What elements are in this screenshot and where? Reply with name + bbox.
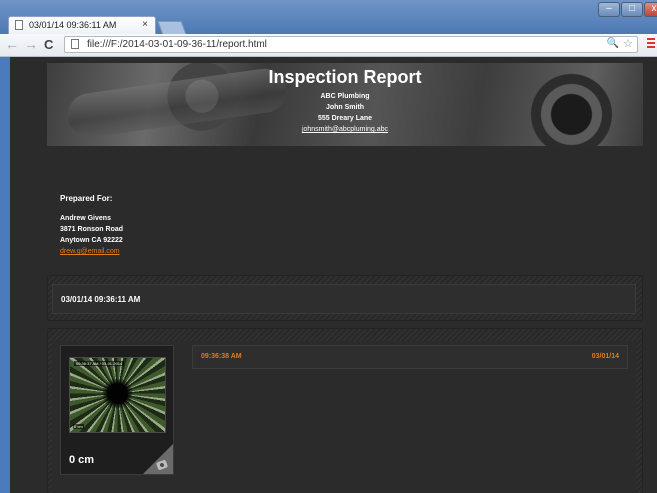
- snapshot-thumbnail[interactable]: 09:36:37 AM / 03-01-2014 0 cm: [69, 357, 166, 433]
- observation-panel: 09:36:37 AM / 03-01-2014 0 cm 0 cm 09:36…: [47, 328, 643, 493]
- browser-titlebar: 03/01/14 09:36:11 AM × – □ x: [0, 0, 657, 35]
- url-text[interactable]: file:///F:/2014-03-01-09-36-11/report.ht…: [87, 39, 267, 50]
- session-panel: 03/01/14 09:36:11 AM: [47, 275, 643, 321]
- forward-icon[interactable]: →: [24, 36, 38, 52]
- tab-close-icon[interactable]: ×: [142, 19, 148, 30]
- new-tab-button[interactable]: [157, 21, 187, 35]
- page-icon: [15, 20, 23, 30]
- observation-content: 09:36:37 AM / 03-01-2014 0 cm 0 cm 09:36…: [52, 341, 636, 493]
- browser-tab[interactable]: 03/01/14 09:36:11 AM ×: [8, 16, 156, 34]
- client-city: Anytown CA 92222: [60, 237, 123, 244]
- company-email-link[interactable]: johnsmith@abcpluming.abc: [47, 126, 643, 133]
- menu-icon[interactable]: [647, 38, 655, 50]
- pipe-camera-image: [70, 358, 165, 432]
- report-title: Inspection Report: [268, 67, 422, 87]
- bookmark-star-icon[interactable]: ☆: [623, 37, 633, 50]
- client-name: Andrew Givens: [60, 215, 111, 222]
- close-window-button[interactable]: x: [644, 2, 657, 17]
- company-address: 555 Dreary Lane: [317, 115, 373, 122]
- prepared-for-heading: Prepared For:: [60, 194, 113, 203]
- distance-label: 0 cm: [69, 454, 95, 466]
- company-name: ABC Plumbing: [320, 93, 370, 100]
- browser-toolbar: ← → C file:///F:/2014-03-01-09-36-11/rep…: [0, 34, 657, 57]
- client-email-link[interactable]: drew.g@email.com: [60, 248, 120, 255]
- report-header-banner: Inspection Report ABC Plumbing John Smit…: [47, 63, 643, 146]
- minimize-button[interactable]: –: [598, 2, 620, 17]
- thumbnail-timestamp: 09:36:37 AM / 03-01-2014: [74, 361, 125, 366]
- session-header: 03/01/14 09:36:11 AM: [52, 284, 636, 314]
- page-viewport: Inspection Report ABC Plumbing John Smit…: [0, 57, 657, 493]
- reload-icon[interactable]: C: [44, 37, 53, 52]
- session-datetime: 03/01/14 09:36:11 AM: [61, 295, 141, 304]
- thumbnail-distance: 0 cm: [73, 424, 84, 429]
- contact-name: John Smith: [325, 104, 365, 111]
- maximize-button[interactable]: □: [621, 2, 643, 17]
- address-bar[interactable]: file:///F:/2014-03-01-09-36-11/report.ht…: [64, 36, 638, 53]
- client-street: 3871 Ronson Road: [60, 226, 124, 233]
- observation-header: 09:36:38 AM 03/01/14: [192, 345, 628, 369]
- tab-title: 03/01/14 09:36:11 AM: [29, 20, 117, 30]
- zoom-icon[interactable]: 🔍: [607, 38, 619, 49]
- snapshot-card[interactable]: 09:36:37 AM / 03-01-2014 0 cm 0 cm: [60, 345, 174, 475]
- observation-time: 09:36:38 AM: [201, 353, 242, 360]
- observation-date: 03/01/14: [591, 353, 619, 360]
- document-icon: [71, 39, 79, 49]
- back-icon[interactable]: ←: [5, 36, 19, 52]
